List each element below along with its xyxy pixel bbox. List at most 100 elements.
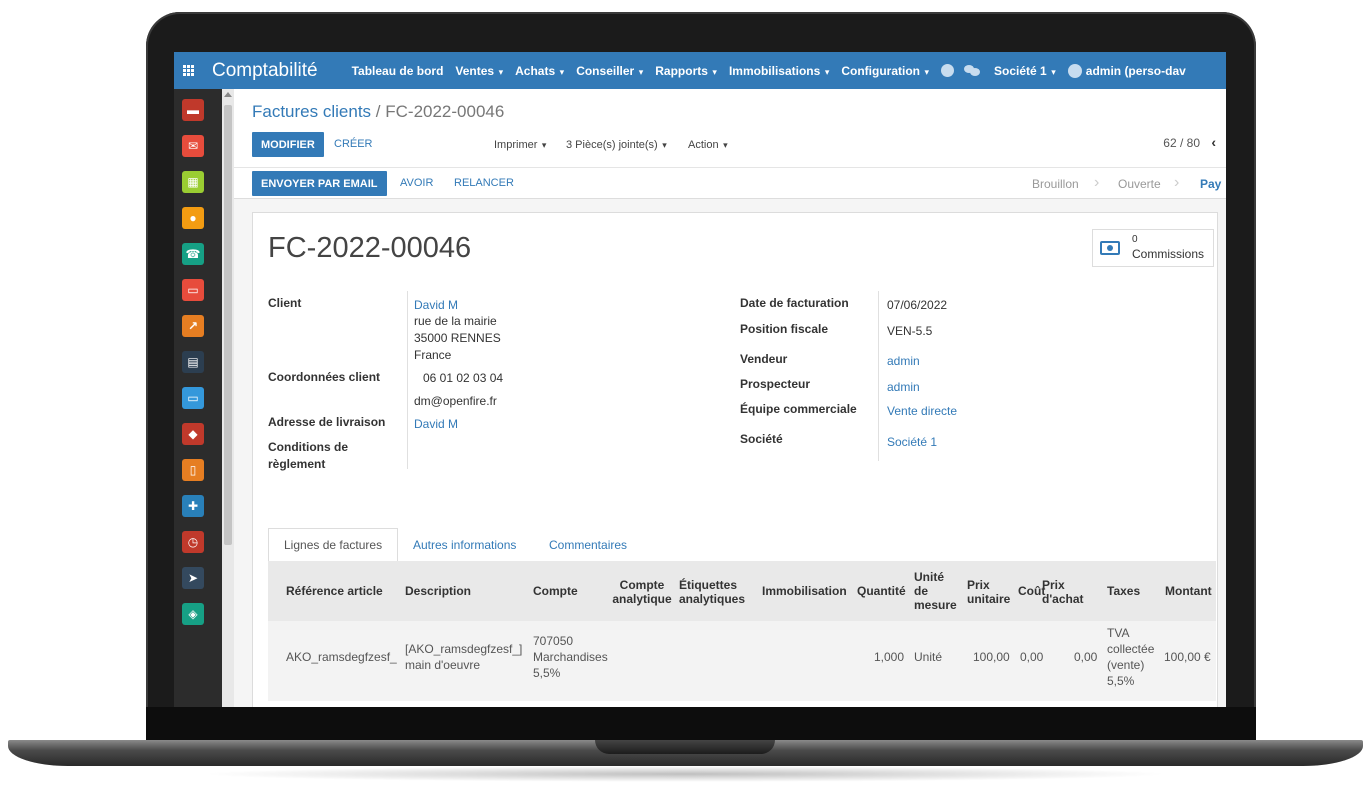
menu-dashboard[interactable]: Tableau de bord <box>352 64 444 78</box>
menu-advisor[interactable]: Conseiller ▾ <box>576 64 643 78</box>
map-pin-icon[interactable]: ● <box>182 207 204 229</box>
send-icon[interactable]: ➤ <box>182 567 204 589</box>
breadcrumb-parent[interactable]: Factures clients <box>252 102 371 121</box>
scroll-up-icon[interactable] <box>224 92 232 97</box>
cell-purchase-price: 0,00 <box>1074 650 1098 664</box>
sidebar-scrollbar[interactable] <box>222 89 234 707</box>
action-dropdown[interactable]: Action ▾ <box>688 139 728 151</box>
status-bar: ENVOYER PAR EMAIL AVOIR RELANCER Brouill… <box>234 167 1226 199</box>
company[interactable]: Société 1 <box>887 434 937 451</box>
stage-chevron-icon: › <box>1094 174 1100 191</box>
menu-reports[interactable]: Rapports ▾ <box>655 64 717 78</box>
commissions-count: 0 <box>1132 234 1138 245</box>
scrollbar-thumb[interactable] <box>224 105 232 545</box>
messages-icon[interactable] <box>964 65 981 76</box>
payment-terms-label: Conditions de règlement <box>268 440 348 471</box>
follow-up-button[interactable]: RELANCER <box>454 177 514 189</box>
calculator-icon[interactable]: ▤ <box>182 351 204 373</box>
col-reference[interactable]: Référence article <box>286 584 383 598</box>
prospector-label: Prospecteur <box>740 377 811 391</box>
cell-description: [AKO_ramsdegfzesf_] main d'oeuvre <box>405 642 523 672</box>
breadcrumb-current: FC-2022-00046 <box>385 102 505 121</box>
create-button[interactable]: CRÉER <box>334 138 373 150</box>
caret-down-icon: ▾ <box>822 66 830 77</box>
invoice-date-label: Date de facturation <box>740 296 849 310</box>
pager-prev-icon[interactable]: ‹ <box>1211 134 1216 150</box>
client-address-line: France <box>414 348 452 362</box>
puzzle-icon[interactable]: ✚ <box>182 495 204 517</box>
col-taxes[interactable]: Taxes <box>1107 584 1140 598</box>
discuss-icon[interactable]: ▬ <box>182 99 204 121</box>
box-icon[interactable]: ◆ <box>182 423 204 445</box>
fiscal-position-label: Position fiscale <box>740 322 829 336</box>
col-analytic-tags[interactable]: Étiquettes analytiques <box>679 578 755 606</box>
send-email-button[interactable]: ENVOYER PAR EMAIL <box>252 171 387 196</box>
stage-draft[interactable]: Brouillon <box>1032 177 1079 191</box>
stage-paid[interactable]: Pay <box>1200 177 1221 191</box>
company-switcher[interactable]: Société 1 ▾ <box>994 64 1056 78</box>
credit-note-button[interactable]: AVOIR <box>400 177 433 189</box>
user-menu[interactable]: admin (perso-dav <box>1086 64 1186 78</box>
ticket-icon[interactable]: ◈ <box>182 603 204 625</box>
col-unit-price[interactable]: Prix unitaire <box>967 578 1010 606</box>
mail-icon[interactable]: ✉ <box>182 135 204 157</box>
table-row[interactable]: AKO_ramsdegfzesf_ [AKO_ramsdegfzesf_] mai… <box>268 621 1216 701</box>
commissions-button[interactable]: 0 Commissions <box>1092 229 1214 267</box>
menu-assets[interactable]: Immobilisations ▾ <box>729 64 829 78</box>
breadcrumb-separator: / <box>375 102 381 121</box>
col-analytic-account[interactable]: Compte analytique <box>605 578 679 606</box>
menu-configuration[interactable]: Configuration ▾ <box>841 64 929 78</box>
tab-comments[interactable]: Commentaires <box>549 528 627 562</box>
delivery-address[interactable]: David M <box>414 416 458 433</box>
salesperson[interactable]: admin <box>887 353 920 370</box>
menu-sales[interactable]: Ventes ▾ <box>455 64 503 78</box>
menu-purchases[interactable]: Achats ▾ <box>515 64 564 78</box>
company-label: Société <box>740 432 783 446</box>
cell-unit-price: 100,00 <box>973 650 1010 664</box>
laptop-shadow <box>200 766 1170 782</box>
document-icon[interactable]: ▯ <box>182 459 204 481</box>
control-panel: Factures clients / FC-2022-00046 MODIFIE… <box>234 89 1226 199</box>
apps-grid-icon[interactable] <box>174 52 202 89</box>
top-navbar: Comptabilité Tableau de bord Ventes ▾ Ac… <box>174 52 1226 89</box>
stage-open[interactable]: Ouverte <box>1118 177 1161 191</box>
print-dropdown[interactable]: Imprimer ▾ <box>494 139 546 151</box>
client-address-line: rue de la mairie <box>414 314 497 328</box>
attachments-dropdown[interactable]: 3 Pièce(s) jointe(s) ▾ <box>566 139 667 151</box>
activity-icon[interactable] <box>941 64 955 77</box>
card-icon[interactable]: ▭ <box>182 387 204 409</box>
cell-uom: Unité <box>914 650 943 664</box>
app-brand[interactable]: Comptabilité <box>212 60 318 82</box>
caret-down-icon: ▾ <box>709 66 717 77</box>
fiscal-position: VEN-5.5 <box>887 324 933 338</box>
client-email: dm@openfire.fr <box>414 394 497 408</box>
col-asset[interactable]: Immobilisation <box>762 584 847 598</box>
caret-down-icon: ▾ <box>1048 66 1056 77</box>
chart-icon[interactable]: ↗ <box>182 315 204 337</box>
clock-icon[interactable]: ◷ <box>182 531 204 553</box>
client-name[interactable]: David M <box>414 297 458 314</box>
team-label: Équipe commerciale <box>740 402 857 416</box>
cell-account: 707050 Marchandises 5,5% <box>533 634 608 680</box>
sales-team[interactable]: Vente directe <box>887 403 957 420</box>
col-uom[interactable]: Unité de mesure <box>914 570 957 612</box>
invoice-title: FC-2022-00046 <box>268 232 472 264</box>
breadcrumb: Factures clients / FC-2022-00046 <box>252 102 504 122</box>
prospector[interactable]: admin <box>887 379 920 396</box>
col-description[interactable]: Description <box>405 584 471 598</box>
col-account[interactable]: Compte <box>533 584 578 598</box>
edit-button[interactable]: MODIFIER <box>252 132 324 157</box>
folder-icon[interactable]: ▭ <box>182 279 204 301</box>
pager-value[interactable]: 62 / 80 <box>1163 136 1200 150</box>
cell-taxes: TVA collectée (vente) 5,5% <box>1107 626 1155 688</box>
contacts-icon[interactable]: ☎ <box>182 243 204 265</box>
field-separator <box>407 291 408 469</box>
calendar-icon[interactable]: ▦ <box>182 171 204 193</box>
col-purchase-price[interactable]: Prix d'achat <box>1042 578 1084 606</box>
user-avatar <box>1067 63 1082 78</box>
tab-other-info[interactable]: Autres informations <box>413 528 516 562</box>
tab-invoice-lines[interactable]: Lignes de factures <box>268 528 399 562</box>
col-quantity[interactable]: Quantité <box>857 584 906 598</box>
cell-reference: AKO_ramsdegfzesf_ <box>286 650 397 664</box>
col-amount[interactable]: Montant <box>1165 584 1212 598</box>
